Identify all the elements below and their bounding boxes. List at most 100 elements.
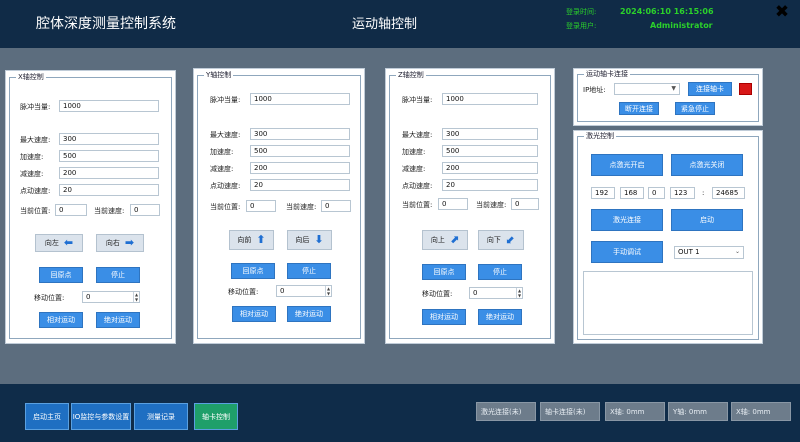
y-max-speed-label: 最大速度: [210, 131, 241, 139]
z-axis-position-readout: X轴: 0mm [731, 402, 791, 421]
ip-octet-3-input[interactable]: 0 [648, 187, 665, 199]
y-decel-label: 减速度: [210, 165, 234, 173]
spin-arrows-icon[interactable]: ▲ ▼ [325, 286, 331, 296]
laser-group: 激光控制 点激光开启 点激光关闭 192 168 0 123 : 24685 激… [577, 131, 759, 340]
x-absolute-move-button[interactable]: 绝对运动 [96, 312, 140, 328]
y-pulse-input[interactable]: 1000 [250, 93, 350, 105]
y-decel-input[interactable]: 200 [250, 162, 350, 174]
out-select[interactable]: OUT 1 ⌄ [674, 246, 744, 259]
y-max-speed-input[interactable]: 300 [250, 128, 350, 140]
x-axis-panel: X轴控制 脉冲当量: 1000 最大速度: 300 加速度: 500 减速度: … [5, 70, 176, 344]
nav-io-settings-button[interactable]: IO监控与参数设置 [71, 403, 131, 430]
x-stop-button[interactable]: 停止 [96, 267, 140, 283]
chevron-down-icon: ⌄ [734, 248, 740, 255]
spin-arrows-icon[interactable]: ▲ ▼ [516, 288, 522, 298]
z-jog-speed-input[interactable]: 20 [442, 179, 538, 191]
login-user-label: 登录用户: [566, 22, 597, 30]
laser-close-button[interactable]: 点激光关闭 [671, 154, 743, 176]
main-area: X轴控制 脉冲当量: 1000 最大速度: 300 加速度: 500 减速度: … [0, 48, 800, 384]
x-max-speed-input[interactable]: 300 [59, 133, 159, 145]
connect-card-button[interactable]: 连接轴卡 [688, 82, 732, 96]
y-axis-panel: Y轴控制 脉冲当量: 1000 最大速度: 300 加速度: 500 减速度: … [193, 68, 365, 344]
z-max-speed-input[interactable]: 300 [442, 128, 538, 140]
laser-open-button[interactable]: 点激光开启 [591, 154, 663, 176]
y-move-pos-value: 0 [280, 287, 285, 295]
y-move-pos-input[interactable]: 0 ▲ ▼ [276, 285, 332, 297]
x-jog-speed-input[interactable]: 20 [59, 184, 159, 196]
x-axis-group: X轴控制 脉冲当量: 1000 最大速度: 300 加速度: 500 减速度: … [9, 72, 172, 339]
y-stop-button[interactable]: 停止 [287, 263, 331, 279]
y-axis-title: Y轴控制 [204, 70, 234, 80]
z-pulse-input[interactable]: 1000 [442, 93, 538, 105]
ip-address-select[interactable]: ▼ [614, 83, 680, 95]
x-cur-speed-value: 0 [130, 204, 160, 216]
out-select-value: OUT 1 [678, 248, 700, 256]
x-cur-pos-value: 0 [55, 204, 87, 216]
disconnect-button[interactable]: 断开连接 [619, 102, 659, 115]
z-relative-move-button[interactable]: 相对运动 [422, 309, 466, 325]
nav-records-button[interactable]: 测量记录 [134, 403, 188, 430]
y-absolute-move-button[interactable]: 绝对运动 [287, 306, 331, 322]
x-home-button[interactable]: 回原点 [39, 267, 83, 283]
y-forward-button[interactable]: 向前 ⬆ [229, 230, 274, 250]
z-down-label: 向下 [486, 236, 501, 244]
nav-home-button[interactable]: 启动主页 [25, 403, 69, 430]
emergency-stop-button[interactable]: 紧急停止 [675, 102, 715, 115]
manual-debug-button[interactable]: 手动调试 [591, 241, 663, 263]
x-cur-pos-label: 当前位置: [20, 207, 51, 215]
z-down-button[interactable]: 向下 ⬋ [478, 230, 524, 250]
x-decel-label: 减速度: [20, 170, 44, 178]
z-cur-speed-label: 当前速度: [476, 201, 507, 209]
z-stop-button[interactable]: 停止 [478, 264, 522, 280]
arrow-down-icon: ⬇ [314, 233, 324, 246]
x-pulse-label: 脉冲当量: [20, 103, 51, 111]
z-move-pos-value: 0 [473, 289, 478, 297]
connection-status-indicator [739, 83, 752, 95]
x-accel-label: 加速度: [20, 153, 44, 161]
y-cur-pos-value: 0 [246, 200, 276, 212]
port-input[interactable]: 24685 [712, 187, 745, 199]
x-accel-input[interactable]: 500 [59, 150, 159, 162]
ip-octet-2-input[interactable]: 168 [620, 187, 644, 199]
x-left-button[interactable]: 向左 ⬅ [35, 234, 83, 252]
bottom-nav-bar: 启动主页 IO监控与参数设置 测量记录 轴卡控制 激光连接(未) 轴卡连接(未)… [0, 384, 800, 442]
z-accel-input[interactable]: 500 [442, 145, 538, 157]
x-decel-input[interactable]: 200 [59, 167, 159, 179]
x-axis-title: X轴控制 [16, 72, 46, 82]
z-absolute-move-button[interactable]: 绝对运动 [478, 309, 522, 325]
x-move-pos-input[interactable]: 0 ▲ ▼ [82, 291, 140, 303]
x-cur-speed-label: 当前速度: [94, 207, 125, 215]
y-jog-speed-label: 点动速度: [210, 182, 241, 190]
y-cur-speed-value: 0 [321, 200, 351, 212]
ip-octet-1-input[interactable]: 192 [591, 187, 615, 199]
arrow-up-right-icon: ⬈ [449, 233, 460, 246]
z-home-button[interactable]: 回原点 [422, 264, 466, 280]
y-accel-label: 加速度: [210, 148, 234, 156]
y-home-button[interactable]: 回原点 [231, 263, 275, 279]
laser-log-textarea[interactable] [583, 271, 753, 335]
close-icon[interactable]: ✖ [772, 2, 792, 22]
z-pulse-label: 脉冲当量: [402, 96, 433, 104]
z-decel-input[interactable]: 200 [442, 162, 538, 174]
x-axis-position-readout: X轴: 0mm [605, 402, 665, 421]
y-backward-button[interactable]: 向后 ⬇ [287, 230, 332, 250]
x-move-pos-value: 0 [86, 293, 91, 301]
nav-axis-control-button[interactable]: 轴卡控制 [194, 403, 238, 430]
y-jog-speed-input[interactable]: 20 [250, 179, 350, 191]
y-pulse-label: 脉冲当量: [210, 96, 241, 104]
y-backward-label: 向后 [295, 236, 310, 244]
x-right-button[interactable]: 向右 ➡ [96, 234, 144, 252]
y-accel-input[interactable]: 500 [250, 145, 350, 157]
z-up-button[interactable]: 向上 ⬈ [422, 230, 468, 250]
x-pulse-input[interactable]: 1000 [59, 100, 159, 112]
arrow-down-left-icon: ⬋ [505, 233, 516, 246]
x-relative-move-button[interactable]: 相对运动 [39, 312, 83, 328]
laser-start-button[interactable]: 启动 [671, 209, 743, 231]
card-connection-status: 轴卡连接(未) [540, 402, 600, 421]
y-relative-move-button[interactable]: 相对运动 [232, 306, 276, 322]
ip-octet-4-input[interactable]: 123 [670, 187, 695, 199]
laser-connect-button[interactable]: 激光连接 [591, 209, 663, 231]
z-move-pos-input[interactable]: 0 ▲ ▼ [469, 287, 523, 299]
spin-arrows-icon[interactable]: ▲ ▼ [133, 292, 139, 302]
y-forward-label: 向前 [237, 236, 252, 244]
